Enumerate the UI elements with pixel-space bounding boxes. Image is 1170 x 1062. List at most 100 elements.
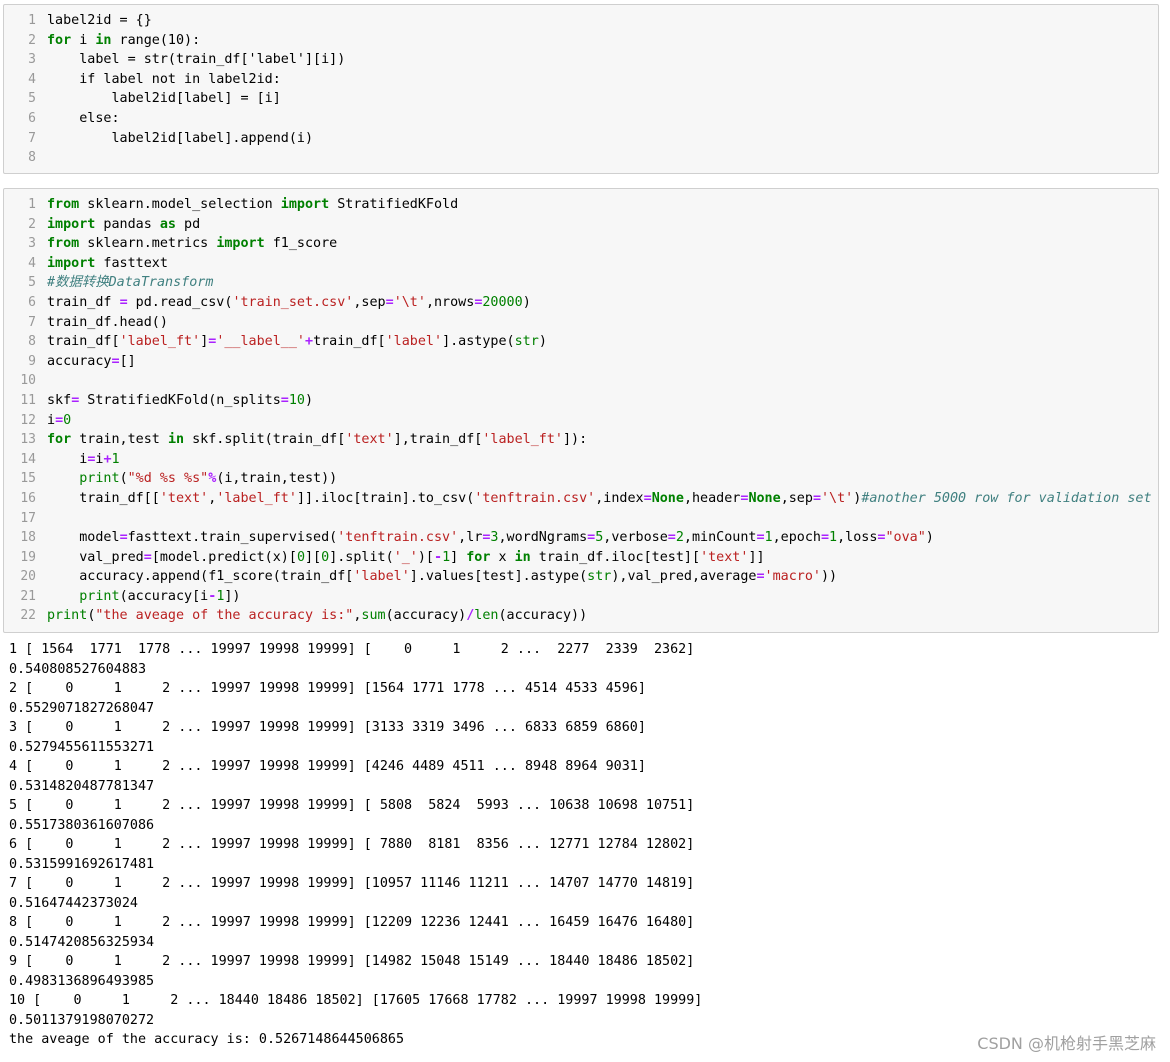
code-token: 0: [63, 412, 72, 428]
line-number: 2: [28, 32, 36, 48]
code-editor[interactable]: label2id = {} for i in range(10): label =…: [47, 11, 345, 168]
code-line: train_df['label_ft']='__label__'+train_d…: [47, 332, 1152, 352]
line-number: 11: [20, 392, 36, 408]
code-token: (accuracy)): [498, 608, 588, 624]
code-cell-1[interactable]: 1 2 3 4 5 6 7 8 label2id = {} for i in range(10)…: [3, 4, 1159, 174]
code-editor[interactable]: from sklearn.model_selection import Stra…: [47, 195, 1152, 626]
code-token: ,lr: [458, 530, 483, 546]
output-line: 2 [ 0 1 2 ... 19997 19998 19999] [1564 1…: [9, 681, 646, 696]
line-number: 19: [20, 549, 36, 565]
code-token: ): [538, 334, 547, 350]
code-token: 'macro': [764, 569, 821, 585]
code-token: len: [474, 608, 499, 624]
code-line: from sklearn.model_selection import Stra…: [47, 195, 1152, 215]
code-token: ]):: [563, 432, 588, 448]
code-token: ].split(: [329, 549, 394, 565]
output-line: 3 [ 0 1 2 ... 19997 19998 19999] [3133 3…: [9, 720, 646, 735]
code-line: label2id = {}: [47, 11, 345, 31]
code-token: (: [119, 471, 128, 487]
code-token: [model.predict(x)[: [151, 549, 297, 565]
output-line: 0.51647442373024: [9, 895, 138, 911]
line-number: 10: [20, 373, 36, 389]
code-token: ,loss: [837, 530, 878, 546]
code-token: import: [47, 255, 96, 271]
code-token: skf: [47, 392, 72, 408]
code-token: label2id[label].append(i): [47, 130, 314, 146]
line-number: 7: [28, 314, 36, 330]
code-token: =: [756, 530, 765, 546]
output-line: 6 [ 0 1 2 ... 19997 19998 19999] [ 7880 …: [9, 837, 695, 852]
output-line: 0.5147420856325934: [9, 934, 155, 950]
line-numbers: 1 2 3 4 5 6 7 8 9 10 11 12 13 14 15 16 17 18 19 20 21 22: [4, 195, 36, 626]
code-token: ,index: [595, 490, 644, 506]
code-line: for train,test in skf.split(train_df['te…: [47, 430, 1152, 450]
code-token: fasttext: [95, 255, 168, 271]
output-line: 1 [ 1564 1771 1778 ... 19997 19998 19999…: [9, 642, 695, 657]
code-line: print("%d %s %s"%(i,train,test)): [47, 469, 1152, 489]
cell-output: 1 [ 1564 1771 1778 ... 19997 19998 19999…: [9, 640, 702, 1050]
code-line: import pandas as pd: [47, 215, 1152, 235]
code-token: in: [95, 32, 112, 48]
output-line: 0.5517380361607086: [9, 817, 155, 833]
code-token: =: [111, 353, 120, 369]
line-number: 5: [28, 91, 36, 107]
line-number: 3: [28, 52, 36, 68]
code-token: train_df.iloc[test][: [530, 549, 701, 565]
code-token: 0: [321, 549, 330, 565]
code-token: from: [47, 197, 80, 212]
line-number: 5: [28, 275, 36, 291]
line-number: 13: [20, 432, 36, 448]
code-token: 'tenftrain.csv': [474, 490, 596, 506]
code-token: for: [47, 432, 72, 448]
line-number: 1: [28, 197, 36, 212]
code-token: "%d %s %s": [127, 471, 209, 487]
code-token: '__label__': [216, 334, 305, 350]
code-token: '\t': [821, 490, 854, 506]
code-token: None: [651, 490, 684, 506]
output-line: 0.540808527604883: [9, 661, 147, 677]
code-token: =: [812, 490, 821, 506]
code-token: ),val_pred,average: [611, 569, 757, 585]
code-token: "the aveage of the accuracy is:": [95, 608, 354, 624]
line-number: 4: [28, 255, 36, 271]
code-cell-2[interactable]: 1 2 3 4 5 6 7 8 9 10 11 12 13 14 15 16 17 18 19 20 21 22 from…: [3, 188, 1159, 633]
code-token: 1: [764, 530, 773, 546]
code-token: 1: [442, 549, 451, 565]
code-token: #another 5000 row for validation set: [861, 490, 1152, 506]
output-line: 8 [ 0 1 2 ... 19997 19998 19999] [12209 …: [9, 915, 695, 930]
code-token: sklearn.model_selection: [79, 197, 281, 212]
code-token: pandas: [95, 216, 160, 232]
output-line: the aveage of the accuracy is: 0.5267148…: [9, 1032, 405, 1047]
code-token: 'label': [385, 334, 443, 350]
code-token: range(10):: [111, 32, 201, 48]
line-number: 8: [28, 334, 36, 350]
code-token: StratifiedKFold: [329, 197, 459, 212]
line-numbers: 1 2 3 4 5 6 7 8: [4, 11, 36, 168]
code-token: ].astype(: [442, 334, 515, 350]
code-token: +: [103, 451, 112, 467]
code-token: ,verbose: [603, 530, 668, 546]
code-token: (i,train,test)): [216, 471, 338, 487]
output-line: 5 [ 0 1 2 ... 19997 19998 19999] [ 5808 …: [9, 798, 695, 813]
line-number: 2: [28, 216, 36, 232]
code-token: ]]: [748, 549, 765, 565]
code-line: i=i+1: [47, 450, 1152, 470]
watermark: CSDN @机枪射手黑芝麻: [977, 1034, 1156, 1053]
code-token: train_df[: [313, 334, 386, 350]
code-token: 2: [675, 530, 684, 546]
code-token: str: [587, 569, 612, 585]
code-token: 'label_ft': [216, 490, 297, 506]
line-number: 4: [28, 71, 36, 87]
code-line: label2id[label].append(i): [47, 129, 345, 149]
code-token: '\t': [393, 294, 426, 310]
code-token: f1_score: [264, 236, 338, 252]
code-token: =: [55, 412, 64, 428]
code-token: pd: [176, 216, 201, 232]
code-token: ): [304, 392, 314, 408]
code-token: ]].iloc[train].to_csv(: [296, 490, 475, 506]
output-line: 0.5279455611553271: [9, 739, 155, 755]
line-number: 17: [20, 510, 36, 526]
